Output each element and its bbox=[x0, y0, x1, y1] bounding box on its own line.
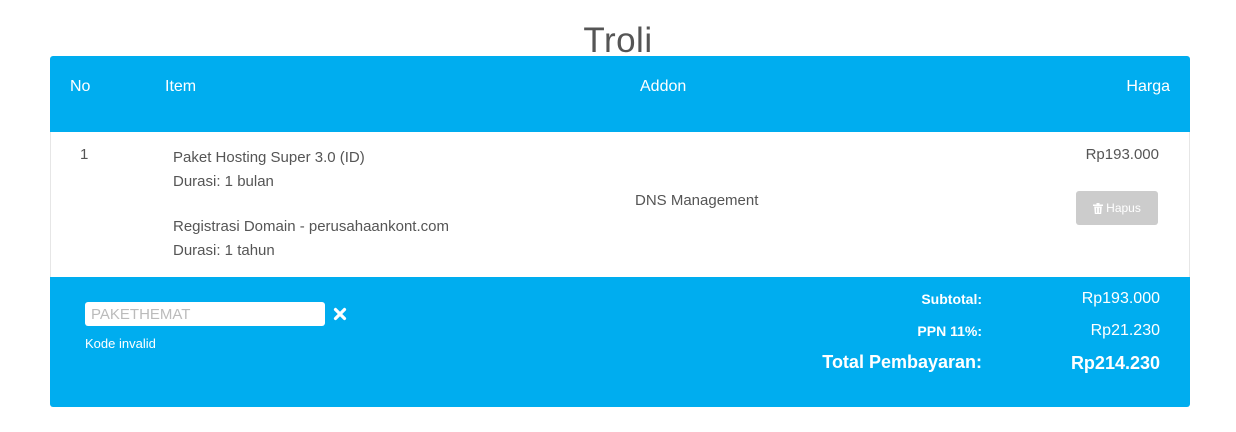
domain-duration: Durasi: 1 tahun bbox=[173, 242, 275, 259]
delete-button-label: Hapus bbox=[1106, 201, 1141, 215]
tax-value: Rp21.230 bbox=[1090, 322, 1160, 339]
row-items: Paket Hosting Super 3.0 (ID) Durasi: 1 b… bbox=[173, 146, 449, 263]
promo-code-input[interactable] bbox=[85, 302, 325, 326]
cart-table: No Item Addon Harga 1 Paket Hosting Supe… bbox=[50, 56, 1190, 407]
header-item: Item bbox=[165, 78, 197, 95]
subtotal-label: Subtotal: bbox=[921, 291, 982, 307]
item-name: Paket Hosting Super 3.0 (ID) bbox=[173, 149, 365, 166]
subtotal-value: Rp193.000 bbox=[1081, 290, 1160, 307]
total-value: Rp214.230 bbox=[1070, 353, 1160, 373]
header-no: No bbox=[70, 78, 91, 95]
row-price: Rp193.000 bbox=[1085, 146, 1159, 163]
delete-button[interactable]: Hapus bbox=[1076, 191, 1158, 225]
trash-icon bbox=[1093, 202, 1104, 214]
item-duration: Durasi: 1 bulan bbox=[173, 173, 274, 190]
row-addon: DNS Management bbox=[635, 192, 759, 209]
cart-footer: Kode invalid Subtotal: Rp193.000 PPN 11%… bbox=[50, 277, 1190, 407]
domain-name: Registrasi Domain - perusahaankont.com bbox=[173, 218, 449, 235]
table-row: 1 Paket Hosting Super 3.0 (ID) Durasi: 1… bbox=[50, 132, 1190, 277]
row-number: 1 bbox=[80, 146, 89, 163]
header-price: Harga bbox=[1126, 78, 1170, 95]
header-addon: Addon bbox=[640, 78, 687, 95]
promo-error-message: Kode invalid bbox=[85, 336, 156, 351]
total-label: Total Pembayaran: bbox=[822, 352, 982, 372]
close-icon[interactable] bbox=[333, 307, 347, 321]
table-header: No Item Addon Harga bbox=[50, 56, 1190, 132]
tax-label: PPN 11%: bbox=[917, 323, 982, 339]
